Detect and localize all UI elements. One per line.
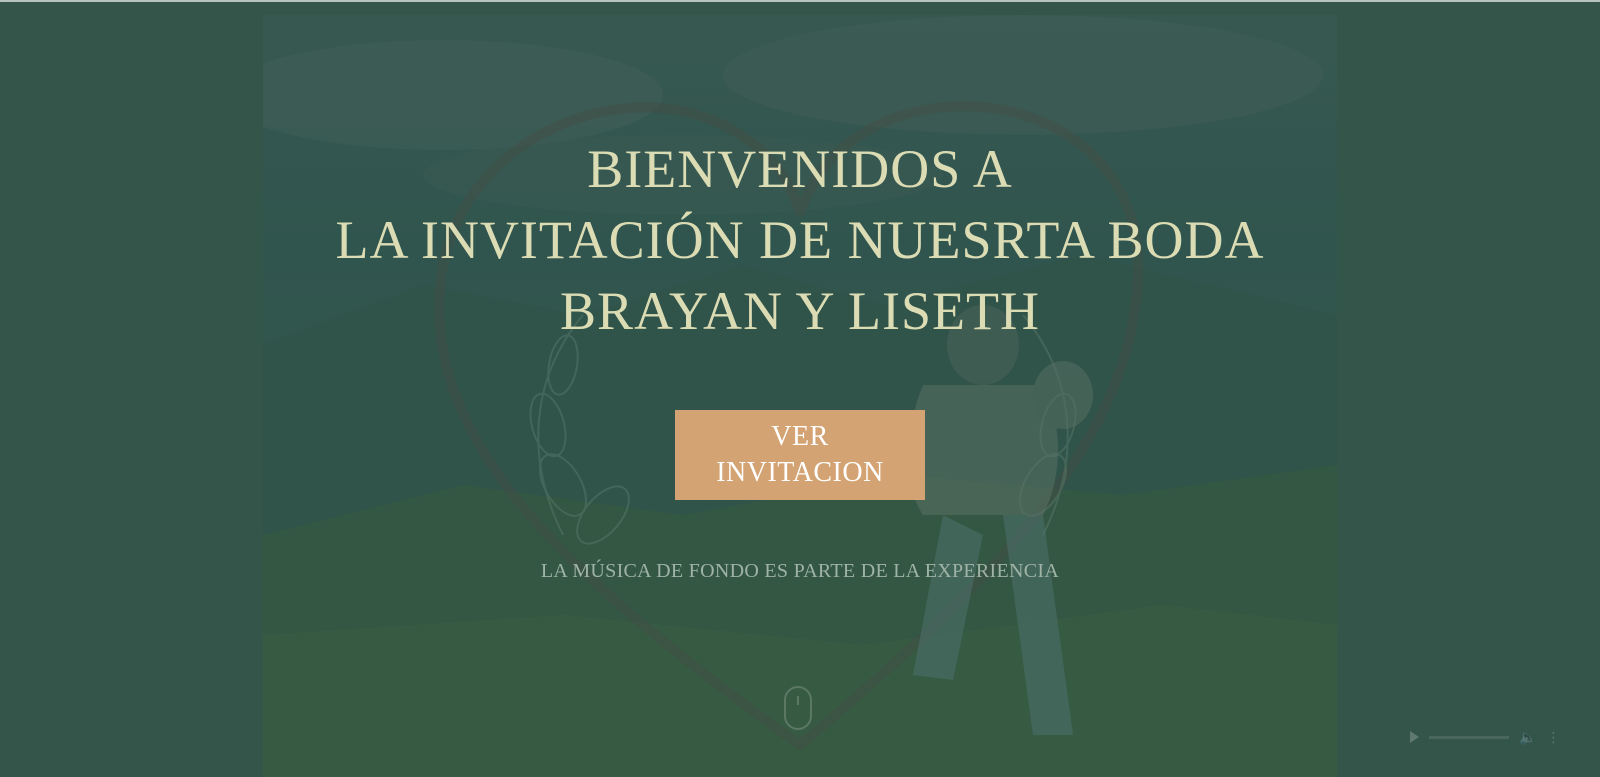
view-invitation-label-line-1: VER (771, 421, 829, 452)
top-border (0, 0, 1600, 2)
play-icon[interactable] (1410, 731, 1419, 743)
view-invitation-label-line-2: INVITACION (716, 457, 884, 488)
photo-illustration (263, 15, 1337, 777)
volume-icon[interactable]: 🔈 (1519, 729, 1536, 746)
wedding-invitation-landing: BIENVENIDOS A LA INVITACIÓN DE NUESRTA B… (0, 0, 1600, 777)
welcome-heading: BIENVENIDOS A LA INVITACIÓN DE NUESRTA B… (0, 134, 1600, 347)
background-couple-photo (263, 15, 1337, 777)
welcome-line-1: BIENVENIDOS A (587, 139, 1013, 199)
audio-progress-bar[interactable] (1429, 735, 1509, 739)
welcome-line-3: BRAYAN Y LISETH (559, 281, 1041, 341)
view-invitation-button[interactable]: VER INVITACION (675, 410, 925, 500)
background-music-note: LA MÚSICA DE FONDO ES PARTE DE LA EXPERI… (540, 560, 1060, 582)
more-vertical-icon[interactable]: ⋮ (1546, 729, 1560, 746)
audio-player[interactable]: 🔈 ⋮ (1400, 725, 1600, 749)
welcome-line-2: LA INVITACIÓN DE NUESRTA BODA (335, 210, 1265, 270)
scroll-mouse-icon (784, 686, 812, 730)
